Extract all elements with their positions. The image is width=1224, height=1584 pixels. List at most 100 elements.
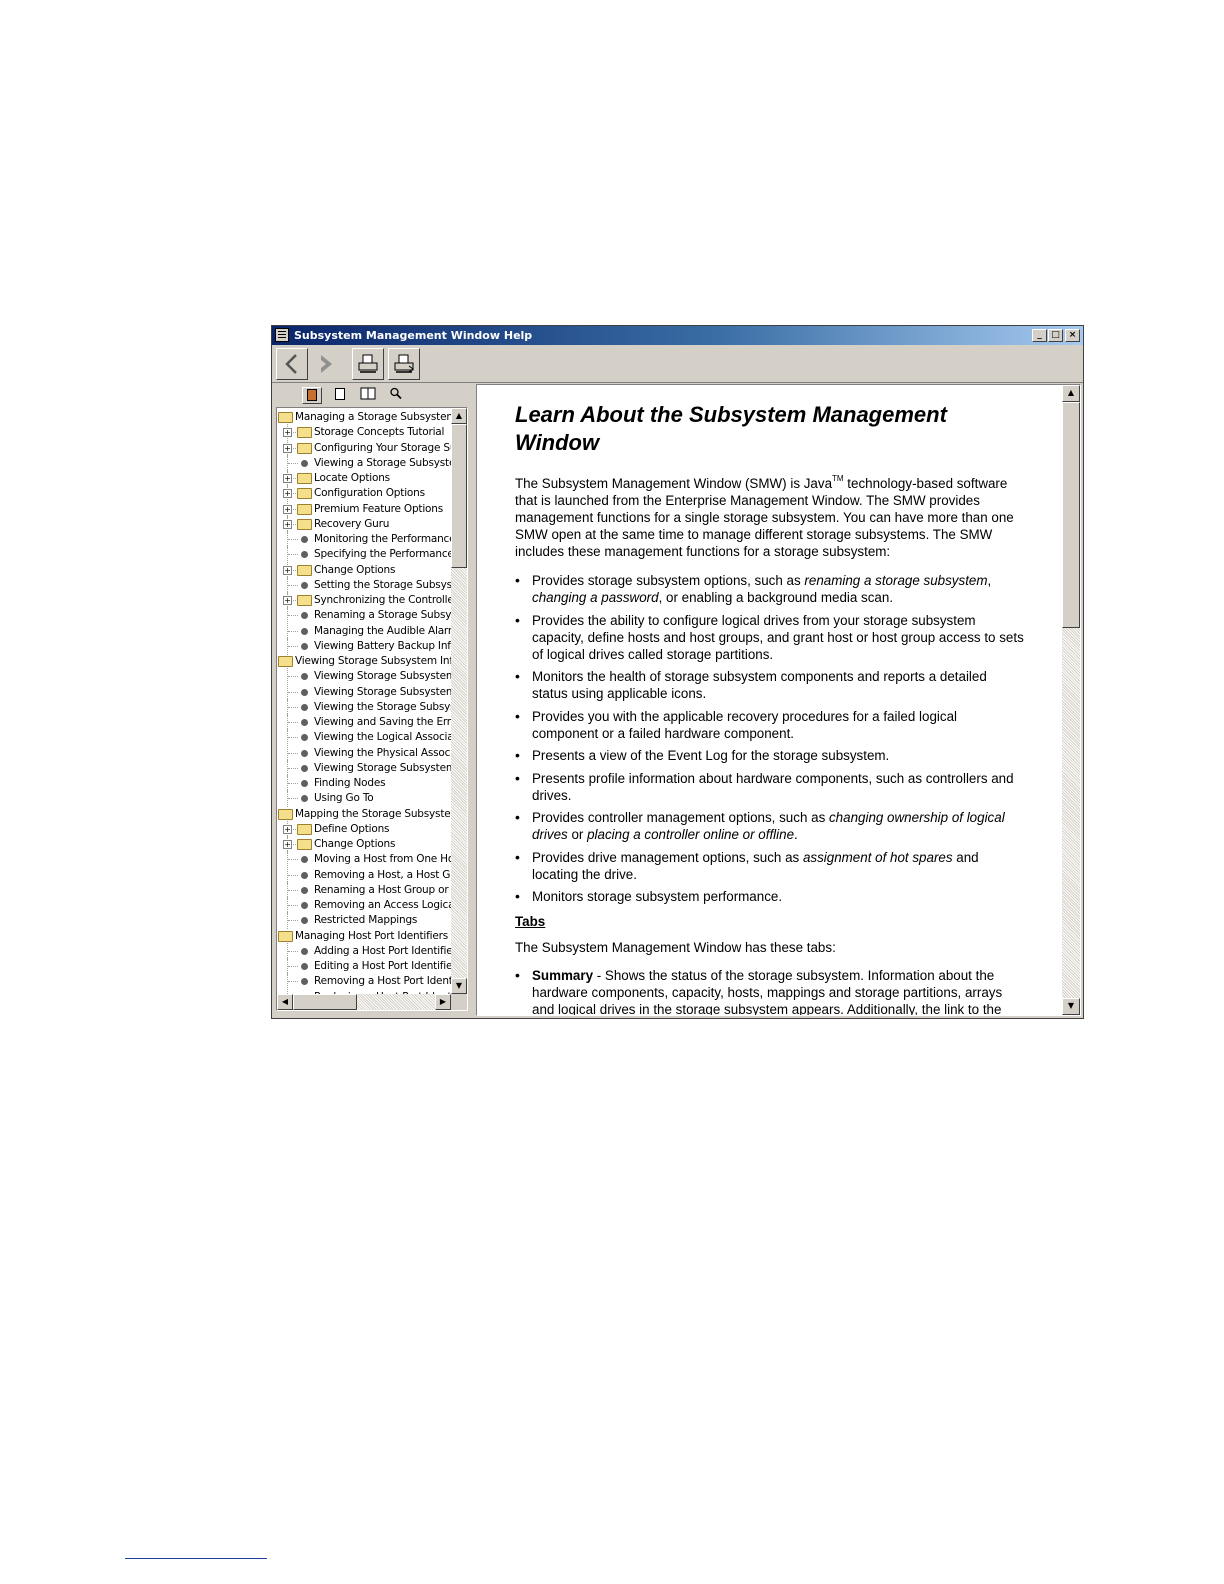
tree-topic-item[interactable]: Adding a Host Port Identifier [277,942,451,960]
tree-topic-item[interactable]: Monitoring the Performance [277,531,451,548]
tree-topic-item[interactable]: Finding Nodes [277,775,451,792]
tree-topic-item[interactable]: Viewing Storage Subsystem Lo [277,668,451,686]
tree-connector-line [288,462,298,464]
window-title: Subsystem Management Window Help [294,329,533,342]
expand-toggle-icon[interactable]: + [283,596,292,605]
folder-icon [297,839,312,850]
scroll-down-button[interactable]: ▼ [1062,998,1080,1015]
tree-item-label: Viewing Storage Subsystem P [314,685,451,698]
folder-icon [297,518,312,530]
back-button[interactable] [276,348,308,380]
functions-list: Provides storage subsystem options, such… [515,572,1025,911]
tab-contents[interactable] [302,387,322,404]
tree-folder-item[interactable]: Managing Host Port Identifiers [277,929,451,944]
tree-item-label: Moving a Host from One Host [314,853,451,866]
tree-folder-item[interactable]: + Storage Concepts Tutorial [277,424,451,442]
tree-folder-item[interactable]: + Premium Feature Options [277,500,451,518]
tree-folder-item[interactable]: + Change Options [277,836,451,853]
function-list-item: Provides drive management options, such … [515,849,1025,883]
folder-open-icon [278,412,293,423]
tab-description-text: - Shows the status of the storage subsys… [532,968,1003,1015]
tree-folder-item[interactable]: + Configuration Options [277,485,451,503]
tree-topic-item[interactable]: Setting the Storage Subsyste [277,576,451,594]
tree-topic-item[interactable]: Viewing a Storage Subsystem [277,454,451,472]
expand-toggle-icon[interactable]: + [283,489,292,499]
tree-topic-item[interactable]: Viewing the Storage Subsyste [277,698,451,716]
tree-topic-item[interactable]: Viewing and Saving the Error [277,714,451,731]
tree-folder-item[interactable]: + Define Options [277,820,451,838]
tree-horizontal-scroll-thumb[interactable] [293,994,357,1010]
expand-toggle-icon[interactable]: + [283,824,292,834]
tree-vertical-scrollbar[interactable]: ▲ ▼ [451,408,467,994]
list-item-text: Monitors storage subsystem performance. [532,889,783,904]
topic-icon [301,871,308,879]
tree-horizontal-scrollbar[interactable]: ◀ ▶ [277,994,451,1010]
tree-connector-line [288,615,298,617]
print-button[interactable] [352,348,384,380]
tree-topic-item[interactable]: Viewing Battery Backup Infor [277,637,451,655]
tree-topic-item[interactable]: Renaming a Storage Subsyst [277,607,451,625]
tree-connector-line [288,645,298,647]
tree-item-label: Renaming a Host Group or a H [314,883,451,896]
expand-toggle-icon[interactable]: + [283,428,292,438]
scroll-up-button[interactable]: ▲ [451,408,467,424]
tab-index[interactable] [330,387,350,404]
content-vertical-scrollbar[interactable]: ▲ ▼ [1062,385,1080,1015]
tree-topic-item[interactable]: Using Go To [277,790,451,808]
expand-toggle-icon[interactable]: + [283,519,292,529]
expand-toggle-icon[interactable]: + [283,474,292,483]
tree-topic-item[interactable]: Removing a Host Port Identifi [277,973,451,991]
tree-topic-item[interactable]: Removing a Host, a Host Grou [277,866,451,884]
maximize-button[interactable]: □ [1048,329,1063,342]
tree-topic-item[interactable]: Specifying the Performance M [277,546,451,564]
close-button[interactable]: × [1065,329,1080,342]
tree-item-label: Removing an Access Logical D [314,899,451,911]
topic-icon [301,536,308,543]
tree-vertical-scroll-thumb[interactable] [451,424,467,568]
expand-toggle-icon[interactable]: + [283,565,292,575]
scroll-up-button[interactable]: ▲ [1062,385,1080,402]
tree-topic-item[interactable]: Editing a Host Port Identifier [277,958,451,975]
tree-folder-item[interactable]: + Locate Options [277,470,451,487]
expand-toggle-icon[interactable]: + [283,443,292,453]
tab-search[interactable] [386,387,406,404]
content-vertical-scroll-thumb[interactable] [1062,402,1080,628]
tree-connector-line [288,889,298,891]
tree-connector-line [288,752,298,754]
scroll-left-button[interactable]: ◀ [277,994,293,1010]
topic-icon [301,886,308,894]
tree-topic-item[interactable]: Managing the Audible Alarms [277,622,451,640]
tree-folder-item[interactable]: + Recovery Guru [277,515,451,533]
app-icon[interactable] [275,328,289,342]
tree-topic-item[interactable]: Viewing Storage Subsystem C [277,759,451,777]
print-options-button[interactable] [388,348,420,380]
minimize-button[interactable]: _ [1032,329,1047,342]
tree-folder-item[interactable]: Viewing Storage Subsystem Infor [277,654,451,669]
title-bar[interactable]: Subsystem Management Window Help _ □ × [272,326,1083,345]
expand-toggle-icon[interactable]: + [283,504,292,514]
topic-icon [301,917,308,925]
scroll-down-button[interactable]: ▼ [451,978,467,994]
forward-button[interactable] [310,348,342,380]
topic-icon [301,978,308,986]
expand-toggle-icon[interactable]: + [283,840,292,849]
scroll-right-button[interactable]: ▶ [435,994,451,1010]
tree-topic-item[interactable]: Viewing the Physical Associati [277,744,451,762]
tree-folder-item[interactable]: Mapping the Storage Subsystem [277,807,451,822]
tree-topic-item[interactable]: Viewing Storage Subsystem P [277,683,451,701]
tree-folder-item[interactable]: Managing a Storage Subsystem [277,410,451,425]
tree-folder-item[interactable]: + Change Options [277,561,451,579]
navigation-tabs [274,384,470,406]
tree-topic-item[interactable]: Moving a Host from One Host [277,851,451,869]
topic-icon [301,902,308,909]
tree-item-label: Viewing the Logical Associatio [314,731,451,744]
tree-connector-line [288,737,298,739]
tree-folder-item[interactable]: + Synchronizing the Controller C [277,592,451,609]
tree-topic-item[interactable]: Restricted Mappings [277,912,451,930]
tree-topic-item[interactable]: Viewing the Logical Associatio [277,729,451,747]
tree-topic-item[interactable]: Removing an Access Logical D [277,897,451,914]
tree-folder-item[interactable]: + Configuring Your Storage Sub [277,439,451,457]
tab-glossary[interactable] [358,387,378,404]
pane-splitter[interactable] [471,384,475,1016]
tree-topic-item[interactable]: Renaming a Host Group or a H [277,881,451,899]
